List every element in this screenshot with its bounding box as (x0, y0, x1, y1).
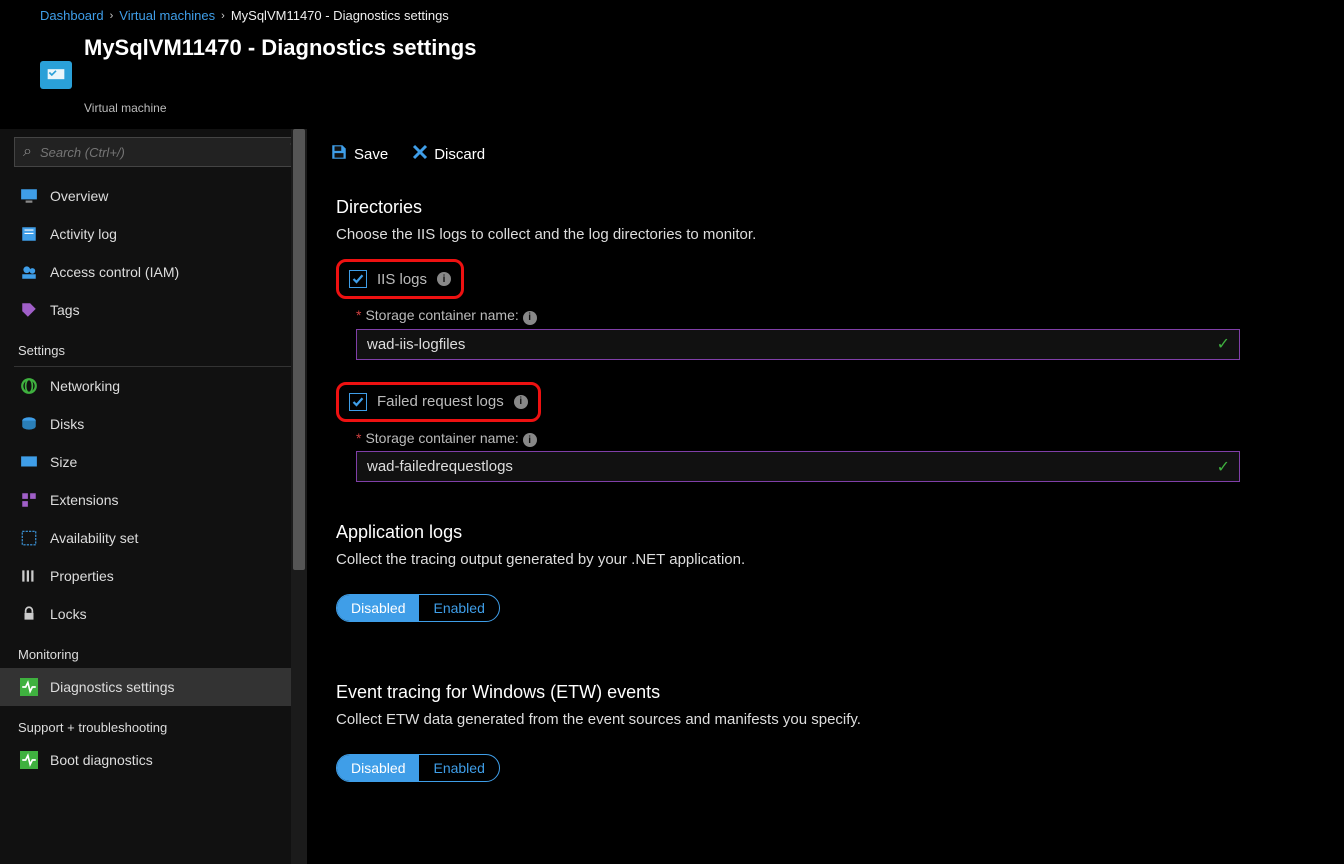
valid-check-icon: ✓ (1217, 457, 1230, 477)
page-title: MySqlVM11470 - Diagnostics settings (84, 35, 476, 101)
sidebar-item-label: Networking (50, 378, 120, 394)
failed-storage-input[interactable] (356, 451, 1240, 482)
sidebar-item-size[interactable]: Size (0, 443, 307, 481)
chevron-right-icon: › (110, 10, 114, 22)
log-icon (20, 225, 38, 243)
discard-icon (412, 144, 428, 164)
failed-logs-checkbox[interactable] (349, 393, 367, 411)
tag-icon (20, 301, 38, 319)
save-button[interactable]: Save (330, 143, 388, 165)
info-icon[interactable]: i (514, 395, 528, 409)
sidebar-item-label: Extensions (50, 492, 118, 508)
sidebar-search[interactable]: ⌕ (14, 137, 293, 167)
sidebar-item-extensions[interactable]: Extensions (0, 481, 307, 519)
section-applogs-desc: Collect the tracing output generated by … (336, 551, 1240, 568)
sidebar-item-networking[interactable]: Networking (0, 367, 307, 405)
sidebar-item-boot-diag[interactable]: Boot diagnostics (0, 741, 307, 779)
chevron-right-icon: › (221, 10, 225, 22)
size-icon (20, 453, 38, 471)
boot-icon (20, 751, 38, 769)
sidebar-section-monitoring: Monitoring (0, 633, 307, 668)
etw-enabled-option[interactable]: Enabled (419, 755, 498, 781)
valid-check-icon: ✓ (1217, 334, 1230, 354)
breadcrumb: Dashboard › Virtual machines › MySqlVM11… (0, 0, 1344, 31)
failed-storage-label: *Storage container name: i (356, 430, 1240, 448)
save-label: Save (354, 146, 388, 163)
monitor-icon (20, 187, 38, 205)
main-content: Save Discard Directories Choose the IIS … (308, 129, 1344, 864)
discard-button[interactable]: Discard (412, 144, 485, 164)
sidebar-item-label: Activity log (50, 226, 117, 242)
sidebar-item-label: Locks (50, 606, 87, 622)
sidebar-item-label: Disks (50, 416, 84, 432)
applogs-disabled-option[interactable]: Disabled (337, 595, 419, 621)
sidebar-section-settings: Settings (14, 329, 293, 367)
sidebar-item-overview[interactable]: Overview (0, 177, 307, 215)
extensions-icon (20, 491, 38, 509)
sidebar-scrollbar[interactable] (291, 129, 307, 864)
breadcrumb-dashboard[interactable]: Dashboard (40, 8, 104, 23)
section-etw-title: Event tracing for Windows (ETW) events (336, 682, 1240, 703)
search-icon: ⌕ (23, 143, 32, 161)
sidebar-item-disks[interactable]: Disks (0, 405, 307, 443)
sidebar-section-support: Support + troubleshooting (0, 706, 307, 741)
section-etw-desc: Collect ETW data generated from the even… (336, 711, 1240, 728)
section-applogs-title: Application logs (336, 522, 1240, 543)
failed-logs-row: Failed request logs i (336, 382, 541, 422)
iis-logs-checkbox[interactable] (349, 270, 367, 288)
sidebar: « ⌕ Overview Activity log Access control… (0, 129, 308, 864)
people-icon (20, 263, 38, 281)
info-icon[interactable]: i (437, 272, 451, 286)
sidebar-item-iam[interactable]: Access control (IAM) (0, 253, 307, 291)
sidebar-item-label: Access control (IAM) (50, 264, 179, 280)
sidebar-item-locks[interactable]: Locks (0, 595, 307, 633)
section-directories-title: Directories (336, 197, 1240, 218)
breadcrumb-current: MySqlVM11470 - Diagnostics settings (231, 8, 449, 23)
save-icon (330, 143, 348, 165)
sidebar-item-activity-log[interactable]: Activity log (0, 215, 307, 253)
sidebar-item-label: Properties (50, 568, 114, 584)
properties-icon (20, 567, 38, 585)
etw-toggle: Disabled Enabled (336, 754, 500, 782)
lock-icon (20, 605, 38, 623)
sidebar-item-label: Overview (50, 188, 108, 204)
discard-label: Discard (434, 146, 485, 163)
etw-disabled-option[interactable]: Disabled (337, 755, 419, 781)
breadcrumb-vms[interactable]: Virtual machines (119, 8, 215, 23)
sidebar-item-label: Tags (50, 302, 80, 318)
vm-icon (40, 61, 72, 89)
section-directories-desc: Choose the IIS logs to collect and the l… (336, 226, 1240, 243)
applogs-enabled-option[interactable]: Enabled (419, 595, 498, 621)
sidebar-item-label: Availability set (50, 530, 138, 546)
sidebar-item-label: Diagnostics settings (50, 679, 175, 695)
diagnostics-icon (20, 678, 38, 696)
toolbar: Save Discard (308, 129, 1344, 179)
disk-icon (20, 415, 38, 433)
sidebar-item-diagnostics[interactable]: Diagnostics settings (0, 668, 307, 706)
iis-logs-label: IIS logs (377, 271, 427, 288)
page-subtitle: Virtual machine (84, 101, 476, 115)
failed-logs-label: Failed request logs (377, 393, 504, 410)
sidebar-item-label: Size (50, 454, 77, 470)
availability-icon (20, 529, 38, 547)
iis-logs-row: IIS logs i (336, 259, 464, 299)
sidebar-item-label: Boot diagnostics (50, 752, 153, 768)
info-icon[interactable]: i (523, 433, 537, 447)
sidebar-item-availability[interactable]: Availability set (0, 519, 307, 557)
iis-storage-label: *Storage container name: i (356, 307, 1240, 325)
page-header: MySqlVM11470 - Diagnostics settings Virt… (0, 31, 1344, 129)
sidebar-item-tags[interactable]: Tags (0, 291, 307, 329)
applogs-toggle: Disabled Enabled (336, 594, 500, 622)
iis-storage-input[interactable] (356, 329, 1240, 360)
sidebar-item-properties[interactable]: Properties (0, 557, 307, 595)
info-icon[interactable]: i (523, 311, 537, 325)
search-input[interactable] (40, 145, 284, 160)
network-icon (20, 377, 38, 395)
